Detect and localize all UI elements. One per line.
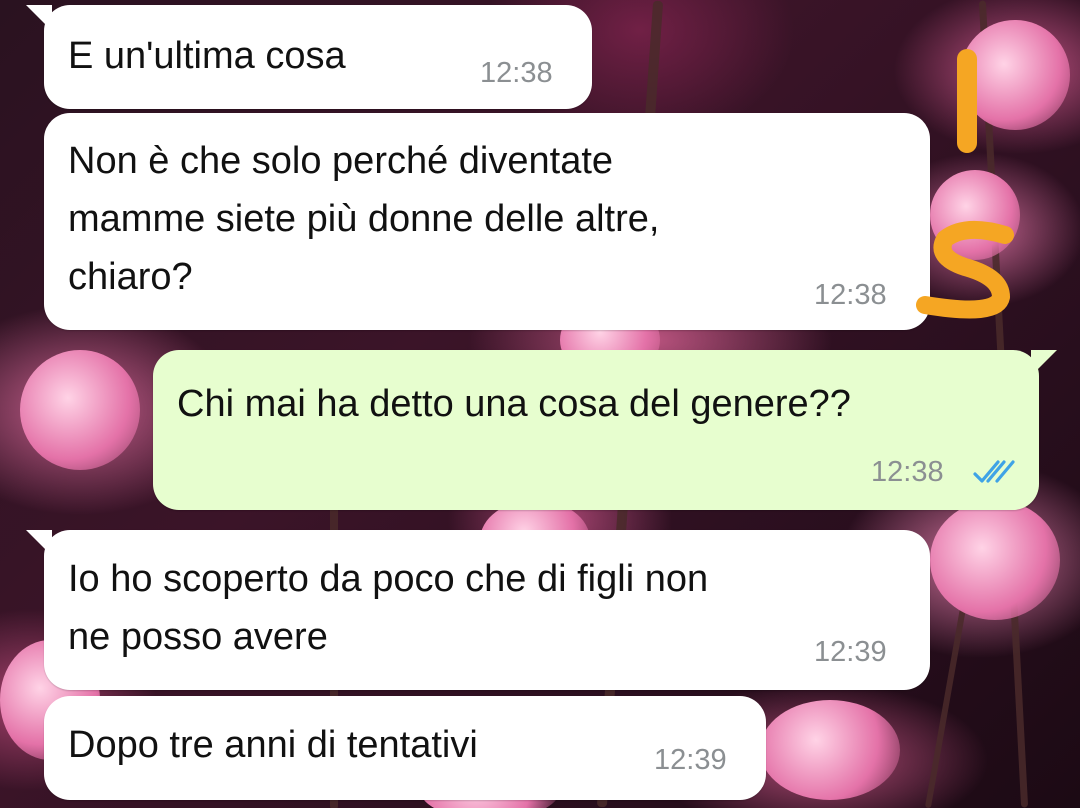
bubble-tail xyxy=(1031,350,1057,376)
double-check-read-icon xyxy=(973,460,1015,483)
message-text: Non è che solo perché diventate mamme si… xyxy=(68,140,660,298)
message-text: Io ho scoperto da poco che di figli non … xyxy=(68,558,709,658)
handwritten-marker xyxy=(916,49,1014,319)
incoming-message-bubble[interactable]: Io ho scoperto da poco che di figli non … xyxy=(26,530,930,690)
message-timestamp: 12:39 xyxy=(814,636,887,668)
incoming-message-bubble[interactable]: Non è che solo perché diventate mamme si… xyxy=(44,113,930,330)
bubble-tail xyxy=(26,5,52,31)
incoming-message-bubble[interactable]: E un'ultima cosa 12:38 xyxy=(26,5,592,109)
incoming-message-bubble[interactable]: Dopo tre anni di tentativi 12:39 xyxy=(44,696,766,800)
outgoing-message-bubble[interactable]: Chi mai ha detto una cosa del genere?? 1… xyxy=(153,350,1057,510)
message-timestamp: 12:38 xyxy=(480,57,553,89)
message-timestamp: 12:38 xyxy=(814,279,887,311)
message-text: E un'ultima cosa xyxy=(68,35,346,77)
message-timestamp: 12:39 xyxy=(654,744,727,776)
message-text: Chi mai ha detto una cosa del genere?? xyxy=(177,383,851,425)
message-text: Dopo tre anni di tentativi xyxy=(68,724,478,766)
bubble-tail xyxy=(26,530,52,556)
message-timestamp: 12:38 xyxy=(871,456,944,488)
